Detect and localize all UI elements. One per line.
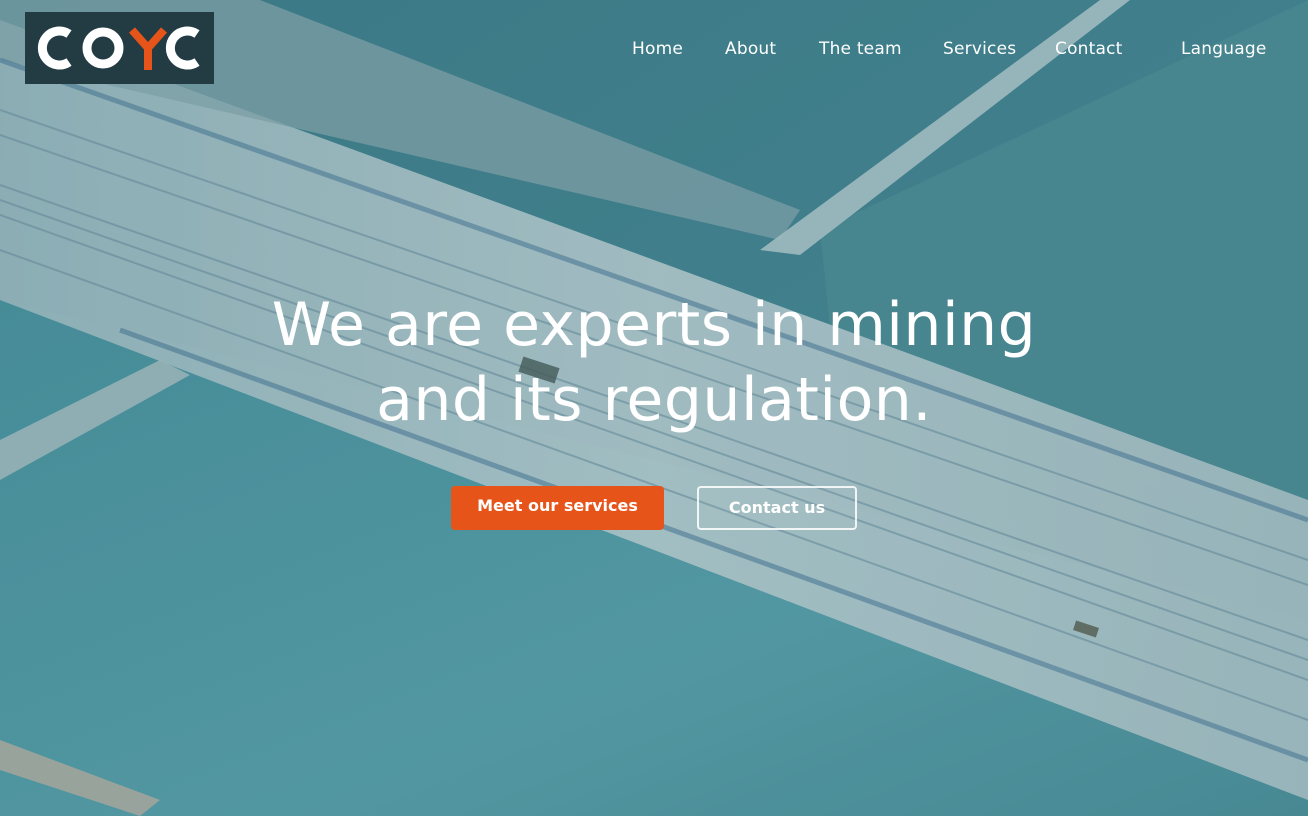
meet-our-services-button[interactable]: Meet our services (451, 486, 664, 530)
hero-section: Home About The team Services Contact Lan… (0, 0, 1308, 816)
nav-about-link[interactable]: About (725, 37, 776, 61)
nav-contact-link[interactable]: Contact (1055, 37, 1123, 61)
hero-headline-line-2: and its regulation. (376, 365, 932, 435)
main-navigation: Home About The team Services Contact Lan… (0, 37, 1308, 61)
hero-headline-line-1: We are experts in mining (271, 290, 1037, 360)
contact-us-button[interactable]: Contact us (697, 486, 857, 530)
nav-language-dropdown[interactable]: Language (1181, 37, 1267, 61)
nav-team-link[interactable]: The team (819, 37, 902, 61)
nav-services-link[interactable]: Services (943, 37, 1016, 61)
nav-home-link[interactable]: Home (632, 37, 683, 61)
